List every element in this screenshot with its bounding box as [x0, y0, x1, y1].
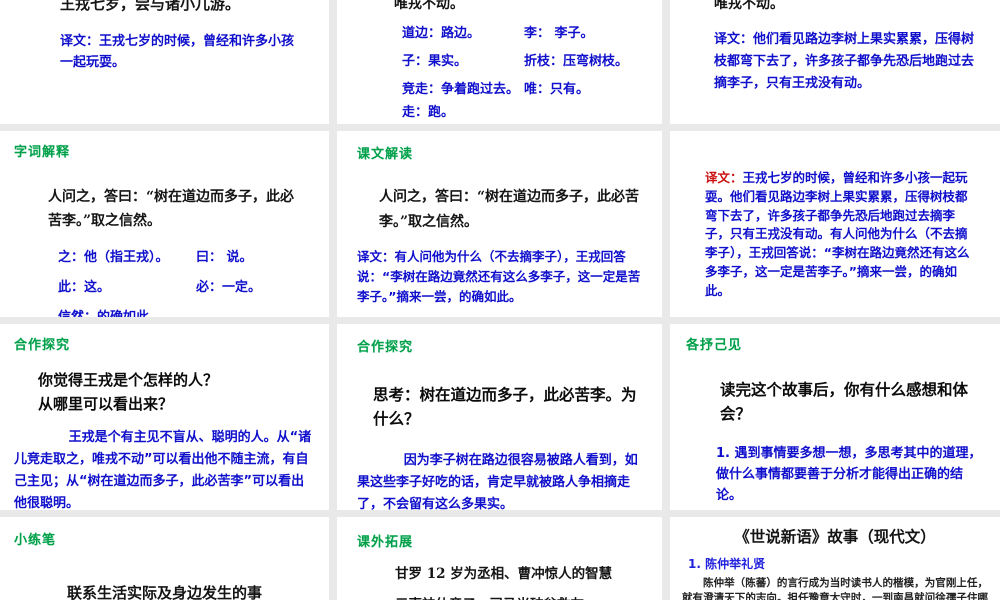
definition-left: 之：他（指王戎）。 [58, 250, 169, 265]
translation-text: 译文：有人问他为什么（不去摘李子），王戎回答说：“李树在路边竟然还有这么多李子，… [357, 249, 641, 304]
definition-left: 信然：的确如此。 [58, 306, 196, 317]
word-definitions: 之：他（指王戎）。 曰： 说。 此：这。 必：一定。 信然：的确如此。 [58, 246, 311, 317]
story-subtitle: 1. 陈仲举礼贤 [688, 557, 766, 571]
definition-row: 信然：的确如此。 [58, 306, 311, 317]
section-badge: 各抒己见 [686, 338, 743, 353]
story-title: 《世说新语》故事（现代文） [734, 528, 936, 546]
slide-thumbnail-9[interactable]: 各抒己见 读完这个故事后，你有什么感想和体会？ 1. 遇到事情要多想一想，多思考… [670, 324, 1000, 510]
extension-line-2: 元嘉神仙童子、司马光破瓮救友 [395, 593, 650, 600]
section-badge: 课文解读 [357, 147, 414, 162]
slide-thumbnail-5[interactable]: 课文解读 人问之，答曰：“树在道边而多子，此必苦李。”取之信然。 译文：有人问他… [337, 131, 662, 317]
section-badge: 课外拓展 [357, 535, 414, 550]
slide-thumbnail-2[interactable]: 唯戎不动。 道边：路边。 李： 李子。 子：果实。 折枝：压弯树枝。 竞走：争着… [337, 0, 662, 124]
section-badge: 合作探究 [357, 340, 414, 355]
slide-thumbnail-7[interactable]: 合作探究 你觉得王戎是个怎样的人？ 从哪里可以看出来？ 王戎是个有主见不盲从、聪… [0, 324, 329, 510]
answer-text: 王戎是个有主见不盲从、聪明的人。从“诸儿竞走取之，唯戎不动”可以看出他不随主流，… [14, 430, 312, 510]
question-line-2: 从哪里可以看出来？ [38, 395, 174, 413]
writing-prompt: 联系生活实际及身边发生的事 [66, 584, 262, 600]
section-badge: 字词解释 [14, 145, 71, 160]
slide-thumbnail-6[interactable]: 译文：王戎七岁的时候，曾经和许多小孩一起玩耍。他们看见路边李树上果实累累，压得树… [670, 131, 1000, 317]
definition-right: 曰： 说。 [196, 250, 253, 265]
discussion-question: 读完这个故事后，你有什么感想和体会？ [720, 381, 969, 423]
definition-row: 此：这。 必：一定。 [58, 276, 311, 295]
reflection-point-1: 1. 遇到事情要多想一想，多思考其中的道理，做什么事情都要善于分析才能得出正确的… [716, 446, 982, 503]
extension-line-1: 甘罗 12 岁为丞相、曹冲惊人的智慧 [395, 566, 613, 582]
slide-thumbnail-11[interactable]: 课外拓展 甘罗 12 岁为丞相、曹冲惊人的智慧 元嘉神仙童子、司马光破瓮救友 [337, 517, 662, 600]
translation-text: 译文：王戎七岁的时候，曾经和许多小孩一起玩耍。 [60, 34, 295, 70]
definition-right: 必：一定。 [196, 280, 262, 295]
discussion-question: 思考：树在道边而多子，此必苦李。为什么？ [373, 386, 637, 428]
translation-text: 王戎七岁的时候，曾经和许多小孩一起玩耍。他们看见路边李树上果实累累，压得树枝都弯… [705, 170, 970, 298]
definition-row: 走：跑。 [402, 101, 656, 120]
classic-text-line: 唯戎不动。 [714, 0, 784, 12]
slide-sorter-viewport: 王戎七岁，尝与诸小儿游。 译文：王戎七岁的时候，曾经和许多小孩一起玩耍。 唯戎不… [0, 0, 1000, 600]
translation-text: 译文：他们看见路边李树上果实累累，压得树枝都弯下去了，许多孩子都争先恐后地跑过去… [714, 32, 975, 91]
answer-text: 因为李子树在路边很容易被路人看到，如果这些李子好吃的话，肯定早就被路人争相摘走了… [357, 453, 638, 510]
definition-left: 道边：路边。 [402, 26, 481, 41]
definition-row: 竞走：争着跑过去。 唯：只有。 [402, 78, 656, 97]
slide-thumbnail-12[interactable]: 《世说新语》故事（现代文） 1. 陈仲举礼贤 陈仲举（陈蕃）的言行成为当时读书人… [670, 517, 1000, 600]
definition-right: 唯：只有。 [524, 82, 590, 97]
translation-label: 译文： [705, 170, 743, 185]
definition-row: 子：果实。 折枝：压弯树枝。 [402, 50, 656, 69]
definition-left: 走：跑。 [402, 105, 455, 120]
classic-text-line: 唯戎不动。 [394, 0, 464, 12]
slide-thumbnail-3[interactable]: 唯戎不动。 译文：他们看见路边李树上果实累累，压得树枝都弯下去了，许多孩子都争先… [670, 0, 1000, 124]
slide-thumbnail-1[interactable]: 王戎七岁，尝与诸小儿游。 译文：王戎七岁的时候，曾经和许多小孩一起玩耍。 [0, 0, 329, 124]
discussion-question: 你觉得王戎是个怎样的人？ 从哪里可以看出来？ [38, 368, 317, 416]
definition-left: 此：这。 [58, 280, 111, 295]
section-badge: 小练笔 [14, 533, 57, 548]
question-line-1: 你觉得王戎是个怎样的人？ [38, 371, 219, 389]
definition-row: 道边：路边。 李： 李子。 [402, 22, 656, 41]
classic-text-line: 王戎七岁，尝与诸小儿游。 [60, 0, 241, 13]
slide-thumbnail-4[interactable]: 字词解释 人问之，答曰：“树在道边而多子，此必苦李。”取之信然。 之：他（指王戎… [0, 131, 329, 317]
slide-thumbnail-10[interactable]: 小练笔 联系生活实际及身边发生的事 [0, 517, 329, 600]
word-definitions: 道边：路边。 李： 李子。 子：果实。 折枝：压弯树枝。 竞走：争着跑过去。 唯… [402, 22, 656, 120]
definition-right: 李： 李子。 [524, 26, 594, 41]
slide-thumbnail-8[interactable]: 合作探究 思考：树在道边而多子，此必苦李。为什么？ 因为李子树在路边很容易被路人… [337, 324, 662, 510]
definition-left: 子：果实。 [402, 54, 468, 69]
full-translation-paragraph: 译文：王戎七岁的时候，曾经和许多小孩一起玩耍。他们看见路边李树上果实累累，压得树… [705, 169, 978, 301]
classic-text-paragraph: 人问之，答曰：“树在道边而多子，此必苦李。”取之信然。 [48, 189, 295, 229]
slide-grid: 王戎七岁，尝与诸小儿游。 译文：王戎七岁的时候，曾经和许多小孩一起玩耍。 唯戎不… [0, 0, 1000, 600]
definition-row: 之：他（指王戎）。 曰： 说。 [58, 246, 311, 265]
classic-text-paragraph: 人问之，答曰：“树在道边而多子，此必苦李。”取之信然。 [379, 189, 640, 230]
section-badge: 合作探究 [14, 338, 71, 353]
story-body-text: 陈仲举（陈蕃）的言行成为当时读书人的楷模，为官刚上任，就有澄清天下的志向。担任豫… [682, 577, 988, 600]
definition-right: 折枝：压弯树枝。 [524, 54, 629, 69]
definition-left: 竞走：争着跑过去。 [402, 82, 520, 97]
